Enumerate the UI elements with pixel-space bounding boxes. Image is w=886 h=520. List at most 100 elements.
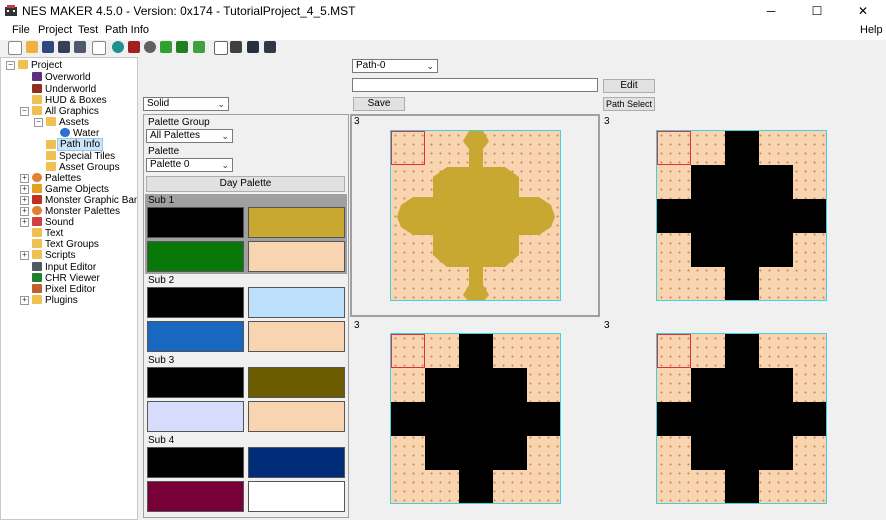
globe-icon[interactable] xyxy=(112,41,124,53)
path-name-input[interactable] xyxy=(352,78,598,92)
expand-toggle[interactable]: + xyxy=(20,296,29,305)
path-tile-2[interactable] xyxy=(656,130,827,301)
color-swatch[interactable] xyxy=(248,321,345,352)
path-tile-3[interactable] xyxy=(390,333,561,504)
monster-icon xyxy=(32,195,42,204)
tree-item-sound[interactable]: Sound xyxy=(45,217,74,228)
tree-item-text-groups[interactable]: Text Groups xyxy=(45,239,99,250)
debug-icon[interactable] xyxy=(193,41,205,53)
emulator-icon[interactable] xyxy=(176,41,188,53)
palette-panel: Palette Group All Palettes ⌄ Palette Pal… xyxy=(143,114,349,518)
color-swatch[interactable] xyxy=(147,321,244,352)
book-icon[interactable] xyxy=(264,41,276,53)
sub-palette-4[interactable]: Sub 4 xyxy=(145,434,347,516)
color-swatch[interactable] xyxy=(248,287,345,318)
expand-toggle[interactable]: + xyxy=(20,196,29,205)
tree-item-monster-palettes[interactable]: Monster Palettes xyxy=(45,206,120,217)
new-icon[interactable] xyxy=(8,41,22,55)
chevron-down-icon: ⌄ xyxy=(221,131,229,141)
color-swatch[interactable] xyxy=(248,481,345,512)
map-icon xyxy=(32,72,42,81)
color-swatch[interactable] xyxy=(147,481,244,512)
tree-item-assets[interactable]: Assets xyxy=(59,117,89,128)
path-select-button[interactable]: Path Select xyxy=(603,97,655,111)
color-swatch[interactable] xyxy=(248,207,345,238)
tile-label: 3 xyxy=(354,320,360,331)
expand-toggle[interactable]: + xyxy=(20,207,29,216)
color-swatch[interactable] xyxy=(248,367,345,398)
expand-toggle[interactable]: − xyxy=(20,107,29,116)
tree-item-game-objects[interactable]: Game Objects xyxy=(45,184,109,195)
screen-icon[interactable] xyxy=(214,41,228,55)
export-icon[interactable] xyxy=(74,41,86,53)
display-icon[interactable] xyxy=(247,41,259,53)
tree-item-plugins[interactable]: Plugins xyxy=(45,295,78,306)
tree-item-monster-graphic-banks[interactable]: Monster Graphic Banks xyxy=(45,195,137,206)
tree-item-scripts[interactable]: Scripts xyxy=(45,250,76,261)
palette-dropdown[interactable]: Palette 0 ⌄ xyxy=(146,158,233,172)
monitor-icon[interactable] xyxy=(230,41,242,53)
tree-item-all-graphics[interactable]: All Graphics xyxy=(45,106,99,117)
expand-toggle[interactable]: − xyxy=(6,61,15,70)
tree-item-underworld[interactable]: Underworld xyxy=(45,84,96,95)
color-swatch[interactable] xyxy=(147,241,244,272)
tree-item-asset-groups[interactable]: Asset Groups xyxy=(59,162,120,173)
expand-toggle[interactable]: + xyxy=(20,218,29,227)
sub-palette-3[interactable]: Sub 3 xyxy=(145,354,347,434)
tree-item-special-tiles[interactable]: Special Tiles xyxy=(59,151,115,162)
project-tree[interactable]: − Project Overworld Underworld HUD & Box… xyxy=(0,57,138,520)
color-swatch[interactable] xyxy=(248,241,345,272)
path-tile-1[interactable] xyxy=(390,130,561,301)
menu-file[interactable]: File xyxy=(12,24,30,36)
color-swatch[interactable] xyxy=(147,447,244,478)
tree-item-input-editor[interactable]: Input Editor xyxy=(45,262,96,273)
keyboard-icon xyxy=(32,262,42,271)
menu-help[interactable]: Help xyxy=(860,24,883,36)
tree-item-text[interactable]: Text xyxy=(45,228,63,239)
palette-group-dropdown[interactable]: All Palettes ⌄ xyxy=(146,129,233,143)
color-swatch[interactable] xyxy=(248,447,345,478)
save-button[interactable]: Save xyxy=(353,97,405,111)
day-palette-button[interactable]: Day Palette xyxy=(146,176,345,192)
save-icon[interactable] xyxy=(42,41,54,53)
menu-test[interactable]: Test xyxy=(78,24,98,36)
color-swatch[interactable] xyxy=(147,207,244,238)
tree-item-hud-boxes[interactable]: HUD & Boxes xyxy=(45,95,107,106)
tree-item-water[interactable]: Water xyxy=(73,128,99,139)
settings-icon[interactable] xyxy=(144,41,156,53)
tile-cursor xyxy=(657,334,691,368)
folder-icon xyxy=(32,250,42,259)
menu-project[interactable]: Project xyxy=(38,24,72,36)
tree-item-path-info[interactable]: Path Info xyxy=(56,138,104,151)
expand-toggle[interactable]: + xyxy=(20,185,29,194)
edit-button[interactable]: Edit xyxy=(603,79,655,93)
expand-toggle[interactable]: − xyxy=(34,118,43,127)
run-icon[interactable] xyxy=(160,41,172,53)
tree-item-project[interactable]: Project xyxy=(31,60,62,71)
title-bar: NES MAKER 4.5.0 - Version: 0x174 - Tutor… xyxy=(0,0,886,22)
save-as-icon[interactable] xyxy=(58,41,70,53)
expand-toggle[interactable]: + xyxy=(20,174,29,183)
tree-item-chr-viewer[interactable]: CHR Viewer xyxy=(45,273,100,284)
color-swatch[interactable] xyxy=(147,401,244,432)
maximize-button[interactable]: ☐ xyxy=(794,0,840,22)
sub-palette-1[interactable]: Sub 1 xyxy=(145,194,347,274)
close-button[interactable]: ✕ xyxy=(840,0,886,22)
document-icon[interactable] xyxy=(92,41,106,55)
minimize-button[interactable]: ─ xyxy=(748,0,794,22)
draw-mode-dropdown[interactable]: Solid ⌄ xyxy=(143,97,229,111)
path-select-dropdown[interactable]: Path-0 ⌄ xyxy=(352,59,438,73)
path-tile-4[interactable] xyxy=(656,333,827,504)
menu-path-info[interactable]: Path Info xyxy=(105,24,149,36)
path-select-value: Path-0 xyxy=(356,60,386,71)
open-icon[interactable] xyxy=(26,41,38,53)
sub-palette-2[interactable]: Sub 2 xyxy=(145,274,347,354)
build-icon[interactable] xyxy=(128,41,140,53)
expand-toggle[interactable]: + xyxy=(20,251,29,260)
color-swatch[interactable] xyxy=(147,367,244,398)
tree-item-overworld[interactable]: Overworld xyxy=(45,72,91,83)
tree-item-pixel-editor[interactable]: Pixel Editor xyxy=(45,284,96,295)
color-swatch[interactable] xyxy=(248,401,345,432)
color-swatch[interactable] xyxy=(147,287,244,318)
tree-item-palettes[interactable]: Palettes xyxy=(45,173,81,184)
